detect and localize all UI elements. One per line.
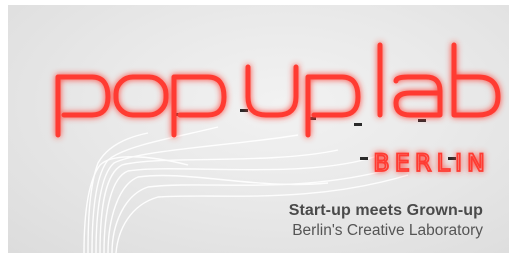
city-label: BERLIN	[373, 149, 490, 177]
neon-city: BERLIN	[372, 148, 490, 178]
tagline: Start-up meets Grown-up Berlin's Creativ…	[289, 201, 483, 241]
tagline-headline: Start-up meets Grown-up	[288, 202, 483, 219]
neon-wordmark	[55, 42, 501, 138]
neon-sign-photo: BERLIN Start-up meets Grown-up Berlin's …	[8, 5, 509, 253]
tagline-subline: Berlin's Creative Laboratory	[292, 222, 483, 239]
image-frame: BERLIN Start-up meets Grown-up Berlin's …	[0, 0, 517, 258]
